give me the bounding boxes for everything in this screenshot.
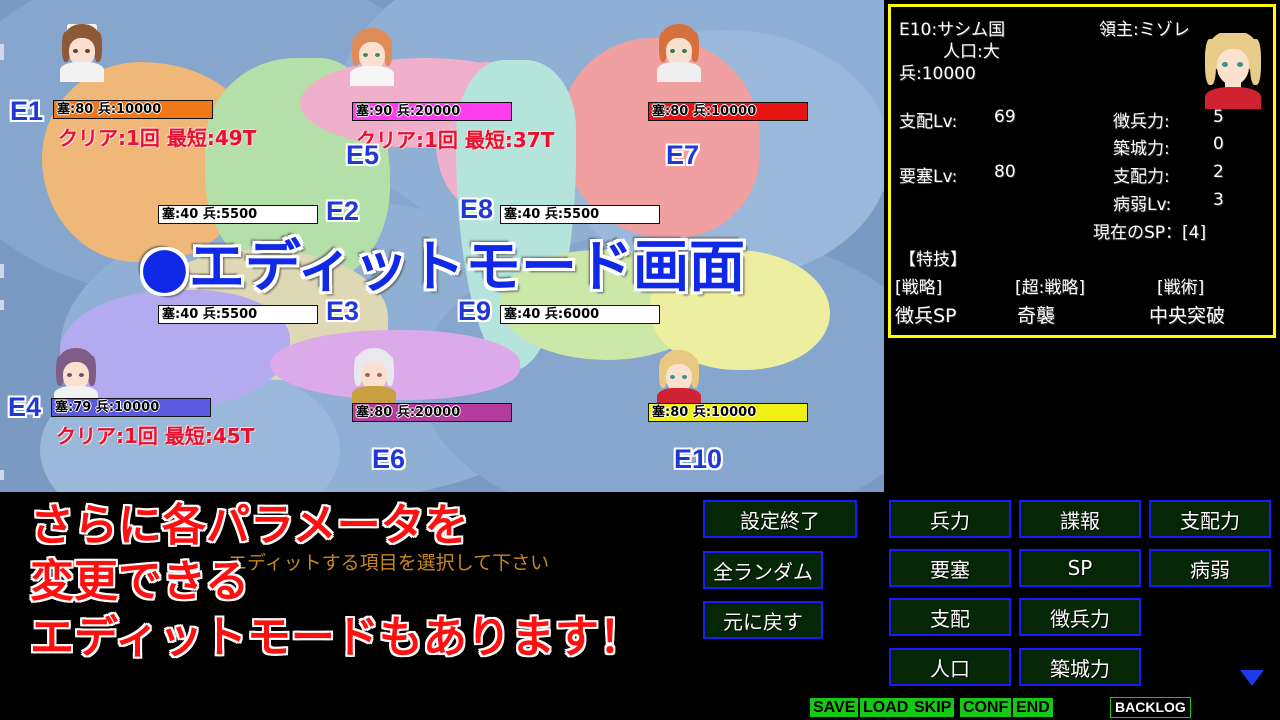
region-portrait-E6 xyxy=(350,348,398,406)
region-bar-text-E9: 塞:40 兵:6000 xyxy=(504,307,600,322)
region-bar-E5[interactable]: 塞:90 兵:20000 xyxy=(352,102,512,121)
param-button-troops[interactable]: 兵力 xyxy=(889,500,1011,538)
param-button-intel[interactable]: 諜報 xyxy=(1019,500,1141,538)
info-fort-lv-value: 80 xyxy=(994,162,1016,182)
region-bar-E4[interactable]: 塞:79 兵:10000 xyxy=(51,398,211,417)
info-build-label: 築城力: xyxy=(1113,139,1170,159)
lord-avatar xyxy=(1201,33,1265,109)
region-bar-E10[interactable]: 塞:80 兵:10000 xyxy=(648,403,808,422)
region-label-E6[interactable]: E6 xyxy=(372,444,405,475)
region-portrait-E1 xyxy=(58,24,106,82)
param-button-sp[interactable]: SP xyxy=(1019,549,1141,587)
info-skills-header: 【特技】 xyxy=(899,250,967,270)
load-button[interactable]: LOAD xyxy=(860,697,912,717)
skill-name-2: 中央突破 xyxy=(1149,305,1226,327)
info-sick-lv-label: 病弱Lv: xyxy=(1113,195,1172,215)
skill-category-0: [戦略] xyxy=(895,278,943,298)
region-label-E8[interactable]: E8 xyxy=(460,194,493,225)
annotation-line-1: 変更できる xyxy=(30,556,250,607)
info-conscript-value: 5 xyxy=(1213,107,1224,127)
skill-category-2: [戦術] xyxy=(1157,278,1205,298)
skill-name-1: 奇襲 xyxy=(1017,305,1056,327)
region-bar-text-E7: 塞:80 兵:10000 xyxy=(652,104,757,119)
annotation-line-2: エディットモードもあります！ xyxy=(30,612,643,663)
region-label-E7[interactable]: E7 xyxy=(666,140,699,171)
info-rule-lv-value: 69 xyxy=(994,107,1016,127)
save-button[interactable]: SAVE xyxy=(810,697,859,717)
edit-mode-title-overlay: ●エディットモード画面 xyxy=(140,235,745,300)
map-edge-mark xyxy=(0,470,4,480)
region-bar-text-E1: 塞:80 兵:10000 xyxy=(57,102,162,117)
region-info-panel: E10:サシム国 領主:ミゾレ 人口:大 兵:10000 支配Lv: 69 徴兵… xyxy=(888,4,1276,338)
region-bar-text-E10: 塞:80 兵:10000 xyxy=(652,405,757,420)
info-troops: 兵:10000 xyxy=(899,64,976,84)
tutorial-annotation: さらに各パラメータを 変更できる エディットモードもあります！ xyxy=(30,498,643,666)
info-build-value: 0 xyxy=(1213,134,1224,154)
skill-category-1: [超:戦略] xyxy=(1015,278,1085,298)
info-rule-power-label: 支配力: xyxy=(1113,167,1170,187)
region-portrait-E5 xyxy=(348,28,396,86)
finish-settings-button[interactable]: 設定終了 xyxy=(703,500,857,538)
region-label-E1[interactable]: E1 xyxy=(10,96,43,127)
region-portrait-E7 xyxy=(655,24,703,82)
region-bar-E1[interactable]: 塞:80 兵:10000 xyxy=(53,100,213,119)
param-button-sick[interactable]: 病弱 xyxy=(1149,549,1271,587)
region-label-E4[interactable]: E4 xyxy=(8,392,41,423)
region-bar-text-E4: 塞:79 兵:10000 xyxy=(55,400,160,415)
revert-button[interactable]: 元に戻す xyxy=(703,601,823,639)
info-lord: 領主:ミゾレ xyxy=(1099,20,1190,40)
system-status-bar: SAVE LOAD SKIP CONF END BACKLOG xyxy=(0,694,1280,720)
annotation-line-0: さらに各パラメータを xyxy=(30,500,469,551)
region-bar-E7[interactable]: 塞:80 兵:10000 xyxy=(648,102,808,121)
region-clear-E5: クリア:1回 最短:37T xyxy=(356,128,555,152)
param-button-build[interactable]: 築城力 xyxy=(1019,648,1141,686)
region-bar-E3[interactable]: 塞:40 兵:5500 xyxy=(158,305,318,324)
info-sick-lv-value: 3 xyxy=(1213,190,1224,210)
game-screen: E1 塞:80 兵:10000 クリア:1回 最短:49T 塞:90 兵:200… xyxy=(0,0,1280,720)
region-clear-E4: クリア:1回 最短:45T xyxy=(56,424,255,448)
region-label-E10[interactable]: E10 xyxy=(674,444,722,475)
info-current-sp: 現在のSP：[4] xyxy=(1093,223,1207,243)
map-edge-mark xyxy=(0,44,4,60)
region-bar-text-E6: 塞:80 兵:20000 xyxy=(356,405,461,420)
info-conscript-label: 徴兵力: xyxy=(1113,112,1170,132)
region-bar-text-E5: 塞:90 兵:20000 xyxy=(356,104,461,119)
param-button-rule[interactable]: 支配 xyxy=(889,598,1011,636)
region-portrait-E10 xyxy=(655,350,703,408)
skip-button[interactable]: SKIP xyxy=(911,697,955,717)
map-edge-mark xyxy=(0,264,4,278)
backlog-button[interactable]: BACKLOG xyxy=(1110,696,1191,718)
param-button-conscript[interactable]: 徴兵力 xyxy=(1019,598,1141,636)
all-random-button[interactable]: 全ランダム xyxy=(703,551,823,589)
end-button[interactable]: END xyxy=(1013,697,1053,717)
region-bar-E6[interactable]: 塞:80 兵:20000 xyxy=(352,403,512,422)
region-label-E5[interactable]: E5 xyxy=(346,140,379,171)
region-bar-E9[interactable]: 塞:40 兵:6000 xyxy=(500,305,660,324)
param-button-fort[interactable]: 要塞 xyxy=(889,549,1011,587)
map-edge-mark xyxy=(0,300,4,310)
info-rule-lv-label: 支配Lv: xyxy=(899,112,958,132)
scroll-down-arrow-icon[interactable] xyxy=(1240,670,1264,686)
region-clear-E1: クリア:1回 最短:49T xyxy=(58,126,257,150)
info-rule-power-value: 2 xyxy=(1213,162,1224,182)
info-fort-lv-label: 要塞Lv: xyxy=(899,167,958,187)
config-button[interactable]: CONF xyxy=(960,697,1012,717)
param-button-population[interactable]: 人口 xyxy=(889,648,1011,686)
region-bar-text-E3: 塞:40 兵:5500 xyxy=(162,307,258,322)
skill-name-0: 徴兵SP xyxy=(895,305,957,327)
param-button-rule-power[interactable]: 支配力 xyxy=(1149,500,1271,538)
